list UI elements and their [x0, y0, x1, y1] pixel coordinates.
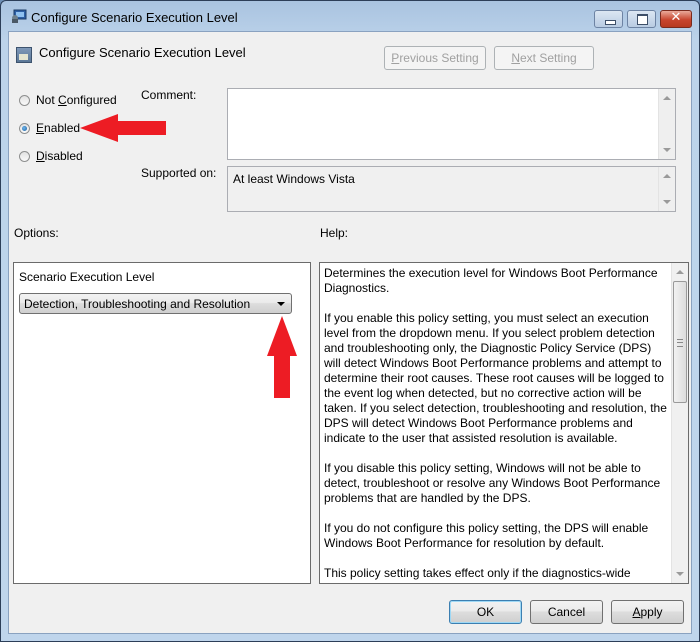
previous-label: revious Setting — [399, 51, 479, 65]
cancel-button[interactable]: Cancel — [530, 600, 603, 624]
setting-title: Configure Scenario Execution Level — [39, 45, 246, 60]
close-icon: ✕ — [670, 10, 682, 25]
scroll-up-icon[interactable] — [676, 270, 684, 274]
radio-not-configured-circle[interactable] — [19, 95, 30, 106]
help-paragraph: If you do not configure this policy sett… — [324, 521, 649, 550]
scroll-up-icon[interactable] — [663, 174, 671, 178]
apply-button[interactable]: Apply — [611, 600, 684, 624]
scenario-level-dropdown[interactable]: Detection, Troubleshooting and Resolutio… — [19, 293, 292, 314]
comment-scrollbar[interactable] — [658, 89, 675, 159]
radio-enabled-label: Enabled — [36, 121, 81, 135]
minimize-icon — [605, 20, 616, 25]
help-scroll-thumb[interactable] — [673, 281, 687, 403]
policy-editor-icon — [12, 9, 27, 23]
maximize-button[interactable] — [627, 10, 656, 28]
annotation-arrow-up-icon — [267, 316, 297, 398]
radio-disabled-label: Disabled — [36, 149, 83, 163]
help-scrollbar[interactable] — [671, 263, 688, 583]
grip-icon — [677, 339, 683, 347]
scroll-down-icon[interactable] — [663, 200, 671, 204]
scenario-level-label: Scenario Execution Level — [19, 270, 155, 284]
supported-on-value: At least Windows Vista — [233, 172, 355, 186]
setting-icon — [16, 47, 32, 63]
minimize-button[interactable] — [594, 10, 623, 28]
help-paragraph: This policy setting takes effect only if… — [324, 566, 631, 580]
help-paragraph: If you enable this policy setting, you m… — [324, 311, 667, 445]
scroll-down-icon[interactable] — [676, 572, 684, 576]
supported-on-label: Supported on: — [141, 166, 217, 180]
supported-scrollbar[interactable] — [658, 167, 675, 211]
help-label: Help: — [320, 226, 349, 240]
window-title: Configure Scenario Execution Level — [31, 10, 238, 25]
radio-disabled-circle[interactable] — [19, 151, 30, 162]
annotation-arrow-left-icon — [80, 114, 166, 142]
supported-on-field: At least Windows Vista — [227, 166, 676, 212]
next-accel: N — [511, 51, 520, 65]
apply-accel: A — [632, 605, 641, 619]
comment-label: Comment: — [141, 88, 197, 102]
help-panel: Determines the execution level for Windo… — [319, 262, 689, 584]
maximize-icon — [637, 14, 648, 25]
radio-enabled-circle[interactable] — [19, 123, 30, 134]
dialog-client-area: Configure Scenario Execution Level Previ… — [8, 31, 692, 634]
chevron-down-icon[interactable] — [277, 302, 285, 306]
options-panel: Scenario Execution Level Detection, Trou… — [13, 262, 311, 584]
help-paragraph: Determines the execution level for Windo… — [324, 266, 658, 295]
scenario-level-value: Detection, Troubleshooting and Resolutio… — [24, 297, 251, 311]
radio-not-configured-label: Not Configured — [36, 93, 117, 107]
scroll-down-icon[interactable] — [663, 148, 671, 152]
apply-label: pply — [640, 605, 663, 619]
previous-setting-button[interactable]: Previous Setting — [384, 46, 486, 70]
help-paragraph: If you disable this policy setting, Wind… — [324, 461, 661, 505]
next-setting-button[interactable]: Next Setting — [494, 46, 594, 70]
next-label: ext Setting — [519, 51, 577, 65]
options-label: Options: — [14, 226, 59, 240]
close-button[interactable]: ✕ — [660, 10, 692, 28]
title-bar[interactable]: Configure Scenario Execution Level ✕ — [1, 1, 699, 31]
help-text: Determines the execution level for Windo… — [324, 266, 669, 583]
ok-button[interactable]: OK — [449, 600, 522, 624]
comment-textarea[interactable] — [227, 88, 676, 160]
dialog-window: Configure Scenario Execution Level ✕ Con… — [0, 0, 700, 642]
scroll-up-icon[interactable] — [663, 96, 671, 100]
